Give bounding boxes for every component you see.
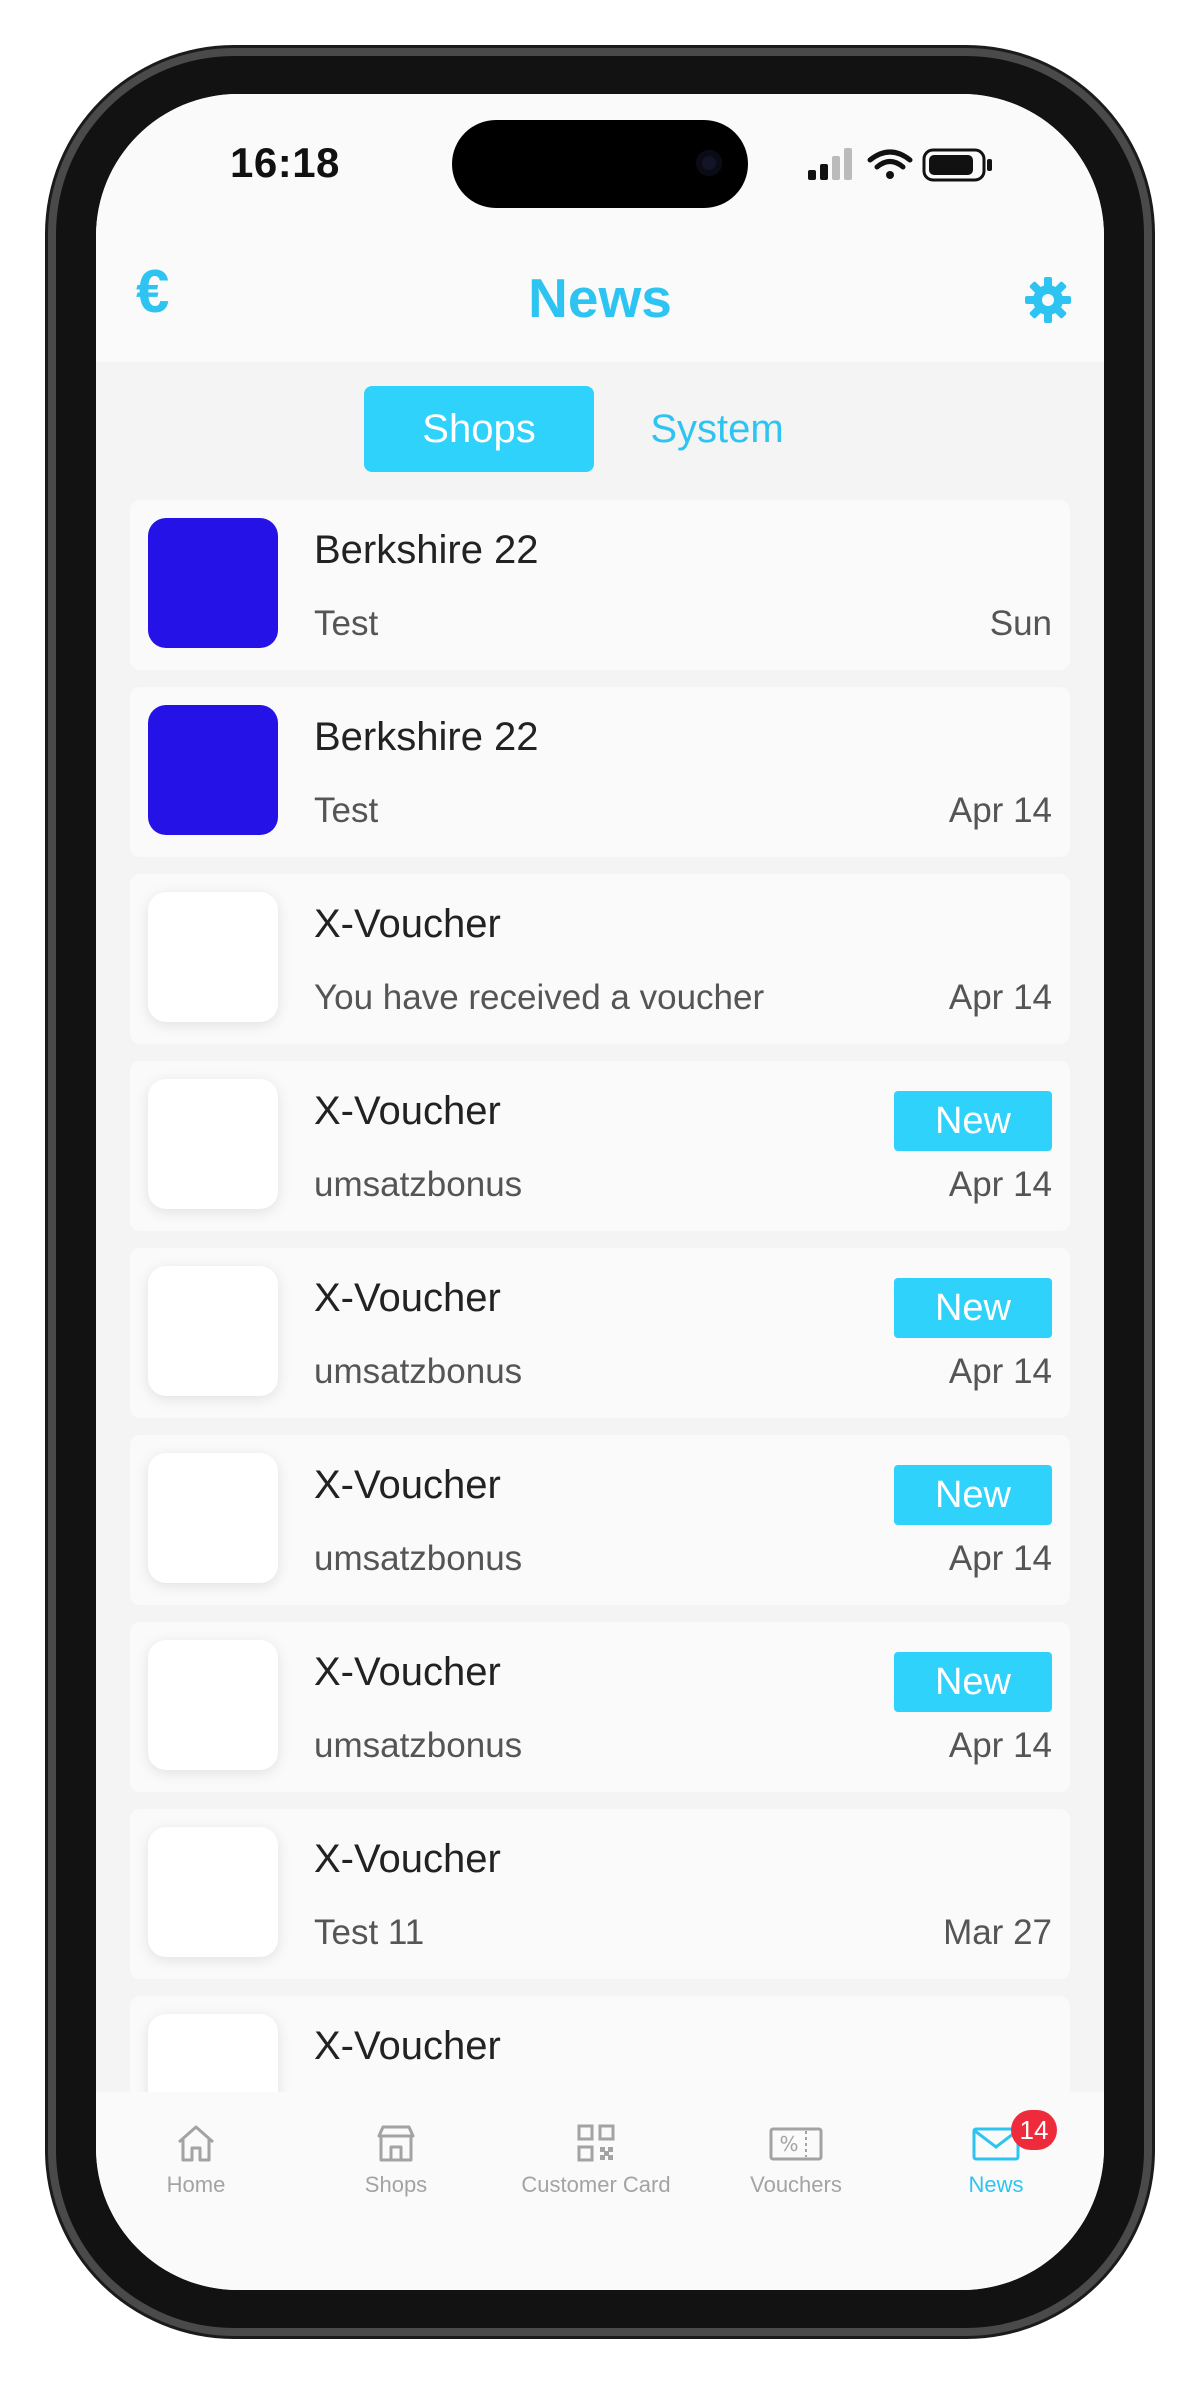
message-sender: X-Voucher <box>314 1463 501 1507</box>
message-date: Sun <box>989 604 1052 643</box>
message-item[interactable]: X-Voucher Test 11 Mar 27 <box>130 1809 1070 1979</box>
wifi-icon <box>867 149 913 179</box>
app-header: € News <box>96 234 1104 362</box>
nav-home[interactable]: Home <box>96 2120 296 2198</box>
shop-logo-thumbnail <box>148 892 278 1022</box>
message-date: Apr 14 <box>948 1165 1052 1204</box>
nav-shops-label: Shops <box>364 2172 428 2197</box>
message-sender: X-Voucher <box>314 1089 501 1133</box>
news-count-badge: 14 <box>1011 2110 1057 2150</box>
message-item[interactable]: Berkshire 22 Test Sun <box>130 500 1070 670</box>
message-item[interactable]: X-Voucher umsatzbonus Apr 14 New <box>130 1061 1070 1231</box>
shop-logo-thumbnail <box>148 1453 278 1583</box>
message-date: Apr 14 <box>948 1726 1052 1765</box>
message-item[interactable]: X-Voucher umsatzbonus Apr 14 New <box>130 1248 1070 1418</box>
message-date: Apr 14 <box>948 1352 1052 1391</box>
page-title: News <box>528 267 672 329</box>
shop-logo-thumbnail <box>148 1266 278 1396</box>
shop-logo-thumbnail <box>148 1827 278 1957</box>
gear-icon[interactable] <box>1024 276 1072 324</box>
message-date: Apr 14 <box>948 978 1052 1017</box>
bottom-nav: Home Shops Customer Card % Vouchers 14 N… <box>96 2092 1104 2290</box>
nav-news[interactable]: 14 News <box>896 2110 1096 2198</box>
new-badge: New <box>894 1091 1052 1151</box>
shop-logo-thumbnail <box>148 705 278 835</box>
new-badge: New <box>894 1278 1052 1338</box>
message-text: umsatzbonus <box>314 1352 523 1391</box>
status-icons <box>808 148 992 182</box>
battery-icon <box>922 148 992 182</box>
signal-icon <box>808 148 852 180</box>
message-text: umsatzbonus <box>314 1539 523 1578</box>
message-date: Apr 14 <box>948 1539 1052 1578</box>
shop-icon <box>377 2125 415 2162</box>
message-sender: X-Voucher <box>314 1276 501 1320</box>
screen: 16:18 € News Shops System Berkshire 22 T… <box>96 94 1104 2290</box>
message-item[interactable]: X-Voucher You have received a voucher Apr … <box>130 874 1070 1044</box>
nav-home-label: Home <box>166 2172 226 2197</box>
message-text: You have received a voucher <box>314 978 765 1017</box>
nav-vouchers-label: Vouchers <box>750 2172 842 2197</box>
message-sender: Berkshire 22 <box>314 528 539 572</box>
message-text: umsatzbonus <box>314 1165 523 1204</box>
nav-customer-card[interactable]: Customer Card <box>496 2120 696 2198</box>
message-text: Test <box>314 791 379 830</box>
nav-shops[interactable]: Shops <box>296 2120 496 2198</box>
message-date: Mar 27 <box>943 1913 1052 1952</box>
message-sender: X-Voucher <box>314 2024 501 2068</box>
nav-customer-card-label: Customer Card <box>521 2172 671 2197</box>
svg-text:%: % <box>779 2132 798 2156</box>
voucher-icon: % <box>769 2127 823 2161</box>
shop-logo-thumbnail <box>148 518 278 648</box>
nav-vouchers[interactable]: % Vouchers <box>696 2120 896 2198</box>
shop-logo-thumbnail <box>148 1640 278 1770</box>
message-text: Test 11 <box>314 1913 425 1952</box>
message-text: Test <box>314 604 379 643</box>
message-text: umsatzbonus <box>314 1726 523 1765</box>
tab-shops[interactable]: Shops <box>364 386 594 472</box>
nav-news-label: News <box>968 2172 1024 2197</box>
message-sender: Berkshire 22 <box>314 715 539 759</box>
shop-logo-thumbnail <box>148 1079 278 1209</box>
dynamic-island <box>452 120 748 208</box>
new-badge: New <box>894 1465 1052 1525</box>
message-item[interactable]: X-Voucher umsatzbonus Apr 14 New <box>130 1622 1070 1792</box>
message-date: Apr 14 <box>948 791 1052 830</box>
message-sender: X-Voucher <box>314 902 501 946</box>
front-camera <box>696 150 722 176</box>
message-item[interactable]: Berkshire 22 Test Apr 14 <box>130 687 1070 857</box>
message-item[interactable]: X-Voucher umsatzbonus Apr 14 New <box>130 1435 1070 1605</box>
status-time: 16:18 <box>230 139 340 186</box>
tab-system[interactable]: System <box>602 386 832 472</box>
qr-code-icon <box>577 2124 615 2162</box>
new-badge: New <box>894 1652 1052 1712</box>
home-icon <box>178 2125 214 2162</box>
phone-frame: 16:18 € News Shops System Berkshire 22 T… <box>56 56 1144 2328</box>
message-sender: X-Voucher <box>314 1650 501 1694</box>
message-list: Berkshire 22 Test Sun Berkshire 22 Test Apr 1… <box>130 500 1070 2183</box>
message-sender: X-Voucher <box>314 1837 501 1881</box>
